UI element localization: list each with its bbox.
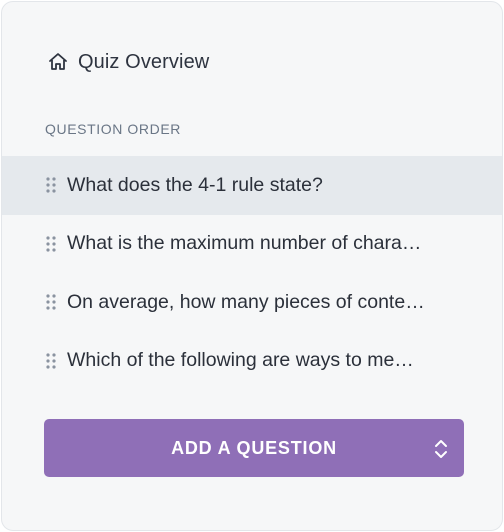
question-item[interactable]: What is the maximum number of chara… bbox=[2, 215, 502, 274]
quiz-sidebar-panel: Quiz Overview QUESTION ORDER What does t… bbox=[1, 1, 503, 531]
quiz-overview-link[interactable]: Quiz Overview bbox=[47, 46, 209, 78]
quiz-overview-label: Quiz Overview bbox=[78, 50, 210, 73]
question-list: What does the 4-1 rule state? What is th… bbox=[2, 156, 502, 390]
question-text: What does the 4-1 rule state? bbox=[67, 173, 323, 196]
home-icon bbox=[47, 51, 69, 73]
question-item[interactable]: On average, how many pieces of conte… bbox=[2, 273, 502, 332]
drag-handle-icon[interactable] bbox=[45, 235, 57, 253]
drag-handle-icon[interactable] bbox=[45, 176, 57, 194]
drag-handle-icon[interactable] bbox=[45, 293, 57, 311]
question-order-heading: QUESTION ORDER bbox=[45, 121, 181, 137]
sort-icon[interactable] bbox=[434, 438, 448, 460]
add-question-button[interactable]: ADD A QUESTION bbox=[44, 419, 464, 477]
drag-handle-icon[interactable] bbox=[45, 352, 57, 370]
question-text: What is the maximum number of chara… bbox=[67, 232, 422, 255]
question-text: Which of the following are ways to me… bbox=[67, 349, 414, 372]
question-item[interactable]: Which of the following are ways to me… bbox=[2, 332, 502, 391]
question-text: On average, how many pieces of conte… bbox=[67, 290, 425, 313]
question-item[interactable]: What does the 4-1 rule state? bbox=[2, 156, 502, 215]
add-question-label: ADD A QUESTION bbox=[171, 437, 337, 458]
